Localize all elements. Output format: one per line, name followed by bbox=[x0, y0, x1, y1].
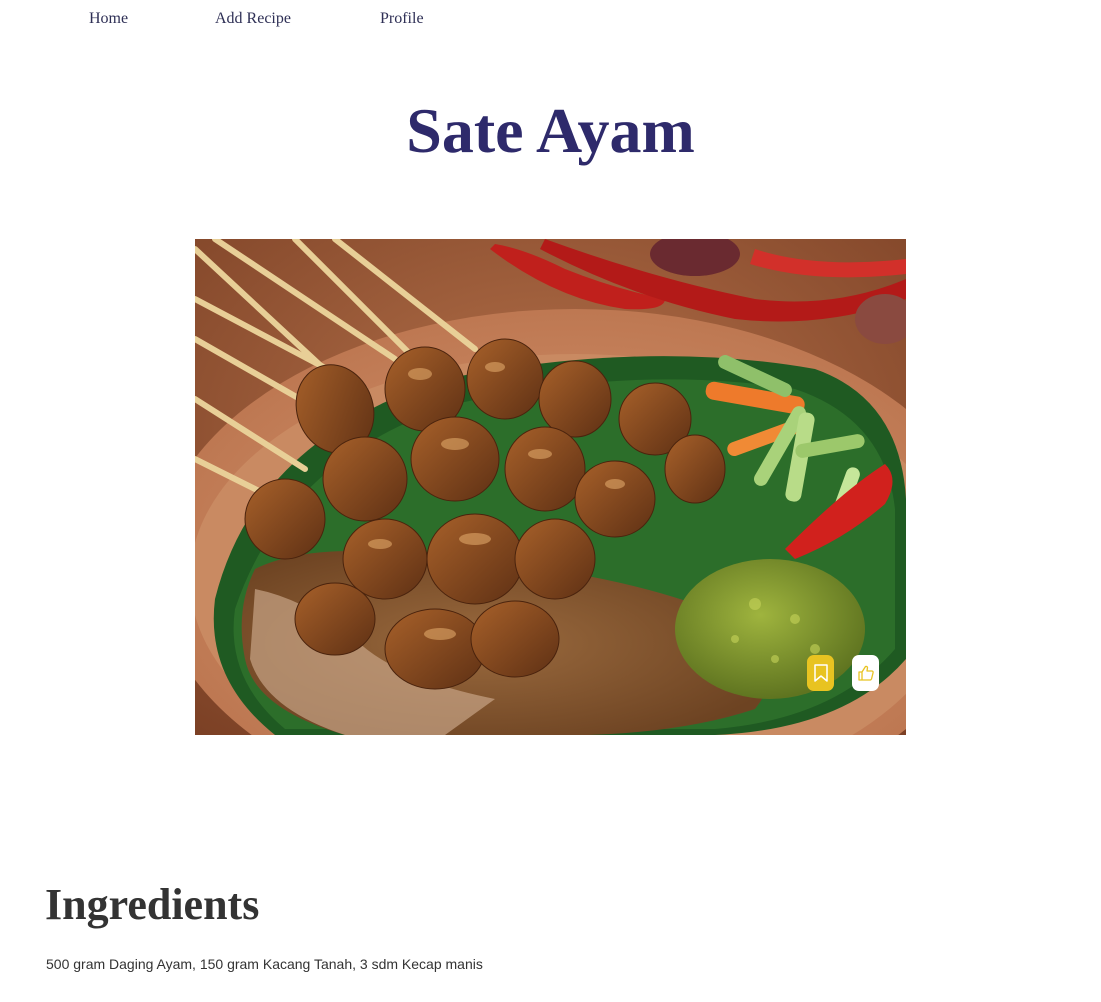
like-recipe-button[interactable] bbox=[852, 655, 879, 691]
save-recipe-button[interactable] bbox=[807, 655, 834, 691]
nav-profile-link[interactable]: Profile bbox=[380, 10, 424, 28]
bookmark-icon bbox=[813, 664, 828, 682]
thumbs-up-icon bbox=[857, 665, 874, 681]
recipe-photo bbox=[195, 239, 906, 735]
ingredients-heading: Ingredients bbox=[45, 880, 260, 929]
ingredients-list: 500 gram Daging Ayam, 150 gram Kacang Ta… bbox=[46, 956, 483, 972]
top-nav: Home Add Recipe Profile bbox=[0, 0, 1101, 40]
recipe-title: Sate Ayam bbox=[406, 95, 695, 166]
nav-home-link[interactable]: Home bbox=[89, 10, 128, 28]
sate-ayam-illustration bbox=[195, 239, 906, 735]
nav-add-recipe-link[interactable]: Add Recipe bbox=[215, 10, 291, 28]
